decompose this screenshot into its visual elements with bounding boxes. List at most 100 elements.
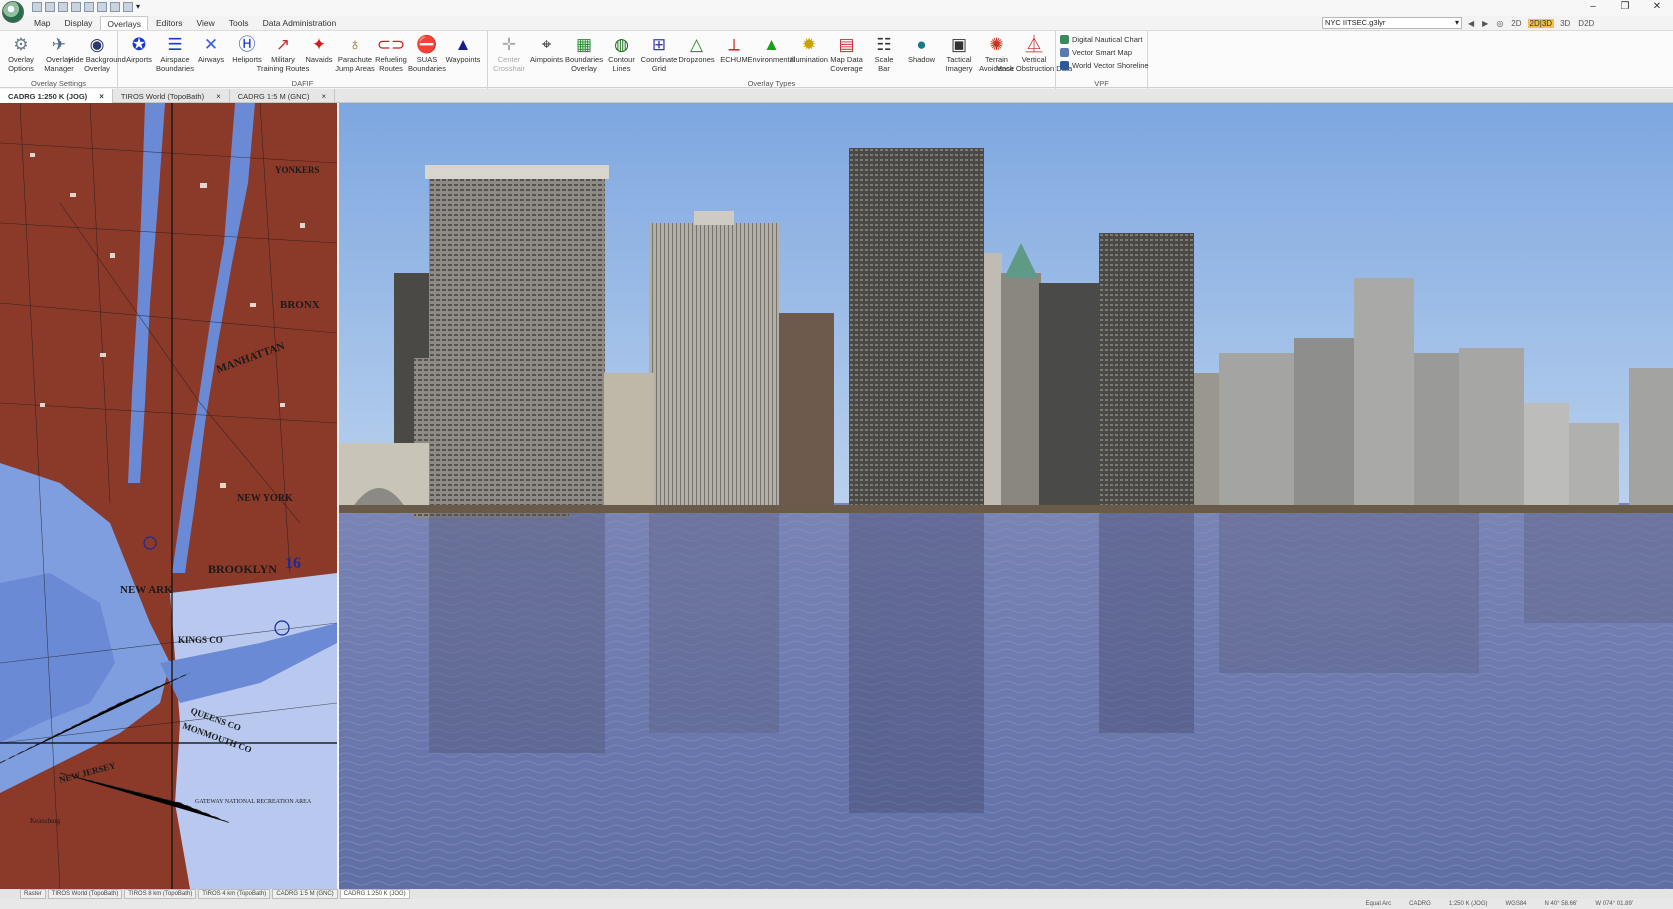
parachute-button[interactable]: ♁ Parachute Jump Areas bbox=[335, 33, 375, 74]
airport-button[interactable]: ✪ Airports bbox=[122, 33, 156, 65]
map-label-bronx: BRONX bbox=[280, 299, 320, 311]
waypoint-button[interactable]: ▲ Waypoints bbox=[446, 33, 481, 65]
tactical-imagery-button[interactable]: ▣ Tactical Imagery bbox=[942, 33, 976, 74]
scene-dropdown[interactable]: NYC IITSEC.g3lyr bbox=[1322, 17, 1462, 29]
print-icon[interactable] bbox=[71, 2, 81, 12]
ribbon-button-label: Airways bbox=[197, 55, 225, 64]
restore-button[interactable]: ❐ bbox=[1609, 0, 1641, 14]
gear-button[interactable]: ⚙ Overlay Options bbox=[4, 33, 38, 74]
map-label-kings-co: KINGS CO bbox=[178, 635, 223, 645]
view-mode-2d3d[interactable]: 2D|3D bbox=[1527, 18, 1555, 28]
shoreline-toggle[interactable]: World Vector Shoreline bbox=[1060, 61, 1149, 70]
map-label-keansburg: Keansburg bbox=[30, 817, 61, 825]
view-mode-3d[interactable]: 3D bbox=[1558, 19, 1572, 28]
layer-tab-cadrg-5m[interactable]: CADRG 1:5 M (GNC) bbox=[272, 889, 338, 899]
menu-view[interactable]: View bbox=[190, 16, 220, 30]
ribbon-button-label: Refueling Routes bbox=[375, 55, 407, 73]
ribbon-group-label: DAFIF bbox=[291, 79, 314, 88]
chart-map-canvas[interactable]: YONKERS BRONX MANHATTAN BROOKLYN NEW YOR… bbox=[0, 103, 337, 889]
view-mode-2d[interactable]: 2D bbox=[1509, 19, 1523, 28]
menu-map[interactable]: Map bbox=[28, 16, 57, 30]
scene-view-3d[interactable] bbox=[339, 103, 1673, 889]
save-icon[interactable] bbox=[58, 2, 68, 12]
no-fly-button[interactable]: ⛔ SUAS Boundaries bbox=[408, 33, 446, 74]
home-icon[interactable]: ◎ bbox=[1494, 19, 1505, 28]
training-routes-icon: ↗ bbox=[275, 34, 291, 54]
obstruction-button[interactable]: ⏅ Vertical Mask Obstruction Data bbox=[996, 33, 1072, 74]
tree-icon: ▲ bbox=[763, 34, 780, 54]
tree-button[interactable]: ▲ Environmental bbox=[748, 33, 796, 65]
nautical-chart-toggle[interactable]: Digital Nautical Chart bbox=[1060, 35, 1142, 44]
airways-button[interactable]: ✕ Airways bbox=[194, 33, 228, 65]
dropzone-button[interactable]: △ Dropzones bbox=[678, 33, 715, 65]
close-tab-icon[interactable]: × bbox=[99, 92, 104, 101]
customize-qat-icon[interactable]: ▾ bbox=[136, 2, 144, 12]
sun-icon: ✹ bbox=[801, 34, 817, 54]
folder-icon[interactable] bbox=[84, 2, 94, 12]
close-tab-icon[interactable]: × bbox=[321, 92, 326, 101]
coverage-button[interactable]: ▤ Map Data Coverage bbox=[830, 33, 864, 74]
3d-scene-canvas[interactable] bbox=[339, 103, 1673, 889]
layer-tab-raster[interactable]: Raster bbox=[20, 889, 46, 899]
close-tab-icon[interactable]: × bbox=[216, 92, 221, 101]
copy-icon[interactable] bbox=[123, 2, 133, 12]
application-menu-orb[interactable] bbox=[2, 1, 24, 23]
grid-icon: ⊞ bbox=[651, 34, 667, 54]
undo-icon[interactable] bbox=[97, 2, 107, 12]
menu-overlays[interactable]: Overlays bbox=[100, 16, 148, 30]
menu-data-administration[interactable]: Data Administration bbox=[257, 16, 343, 30]
ribbon-button-label: ECHUM bbox=[720, 55, 748, 64]
airport-icon: ✪ bbox=[131, 34, 147, 54]
echum-button[interactable]: ⟂ ECHUM bbox=[717, 33, 751, 65]
refueling-button[interactable]: ⊂⊃ Refueling Routes bbox=[374, 33, 408, 74]
status-datum: WGS84 bbox=[1505, 901, 1527, 907]
layer-tab-tiros-world[interactable]: TIROS World (TopoBath) bbox=[47, 889, 123, 899]
tab-cadrg-250k[interactable]: CADRG 1:250 K (JOG) × bbox=[0, 89, 113, 103]
map-view-2d[interactable]: YONKERS BRONX MANHATTAN BROOKLYN NEW YOR… bbox=[0, 103, 337, 889]
status-latitude: N 40° 58.66' bbox=[1544, 901, 1578, 907]
refueling-icon: ⊂⊃ bbox=[376, 34, 406, 54]
status-scale: 1:250 K (JOG) bbox=[1448, 901, 1488, 907]
tab-cadrg-5m[interactable]: CADRG 1:5 M (GNC) × bbox=[230, 89, 336, 103]
ribbon-button-label: Boundaries Overlay bbox=[565, 55, 603, 73]
nav-back-icon[interactable]: ◀ bbox=[1466, 19, 1476, 28]
contour-button[interactable]: ◍ Contour Lines bbox=[605, 33, 639, 74]
navaid-button[interactable]: ✦ Navaids bbox=[302, 33, 336, 65]
layer-tab-cadrg-250k[interactable]: CADRG 1:250 K (JOG) bbox=[339, 889, 410, 899]
airspace-button[interactable]: ☰ Airspace Boundaries bbox=[156, 33, 194, 74]
aimpoint-button[interactable]: ⌖ Aimpoints bbox=[530, 33, 564, 65]
eye-button[interactable]: ◉ Hide Background Overlay bbox=[68, 33, 126, 74]
ribbon-group-label: Overlay Settings bbox=[30, 79, 87, 88]
obstruction-icon: ⏅ bbox=[1025, 34, 1043, 54]
ribbon-button-label: Dropzones bbox=[678, 55, 715, 64]
nav-forward-icon[interactable]: ▶ bbox=[1480, 19, 1490, 28]
layer-tab-tiros-4km[interactable]: TIROS 4 km (TopoBath) bbox=[198, 889, 271, 899]
globe-button[interactable]: ● Shadow bbox=[905, 33, 939, 65]
minimize-button[interactable]: – bbox=[1577, 0, 1609, 14]
window-controls: – ❐ ✕ bbox=[1577, 0, 1673, 14]
grid-button[interactable]: ⊞ Coordinate Grid bbox=[641, 33, 678, 74]
new-icon[interactable] bbox=[32, 2, 42, 12]
tab-label: CADRG 1:250 K (JOG) bbox=[8, 91, 88, 101]
open-icon[interactable] bbox=[45, 2, 55, 12]
no-fly-icon: ⛔ bbox=[416, 34, 438, 54]
view-mode-d2d[interactable]: D2D bbox=[1576, 19, 1596, 28]
sun-button[interactable]: ✹ Illumination bbox=[790, 33, 828, 65]
vpf-item-label: Digital Nautical Chart bbox=[1072, 35, 1143, 44]
menu-display[interactable]: Display bbox=[59, 16, 99, 30]
training-routes-button[interactable]: ↗ Military Training Routes bbox=[257, 33, 310, 74]
smart-map-toggle[interactable]: Vector Smart Map bbox=[1060, 48, 1132, 57]
layer-tab-tiros-8km[interactable]: TIROS 8 km (TopoBath) bbox=[124, 889, 197, 899]
ribbon-group-label: VPF bbox=[1094, 79, 1109, 88]
map-label-gateway: GATEWAY NATIONAL RECREATION AREA bbox=[195, 799, 312, 805]
scale-bar-button[interactable]: ☷ Scale Bar bbox=[867, 33, 901, 74]
crosshair-button[interactable]: ✛ Center Crosshair bbox=[492, 33, 526, 74]
map-label-new-york-city: NEW YORK bbox=[237, 493, 293, 504]
close-button[interactable]: ✕ bbox=[1641, 0, 1673, 14]
menu-editors[interactable]: Editors bbox=[150, 16, 188, 30]
gear-icon: ⚙ bbox=[13, 34, 29, 54]
tab-tiros-world[interactable]: TIROS World (TopoBath) × bbox=[113, 89, 230, 103]
menu-tools[interactable]: Tools bbox=[223, 16, 255, 30]
redo-icon[interactable] bbox=[110, 2, 120, 12]
boundaries-button[interactable]: ▦ Boundaries Overlay bbox=[565, 33, 603, 74]
